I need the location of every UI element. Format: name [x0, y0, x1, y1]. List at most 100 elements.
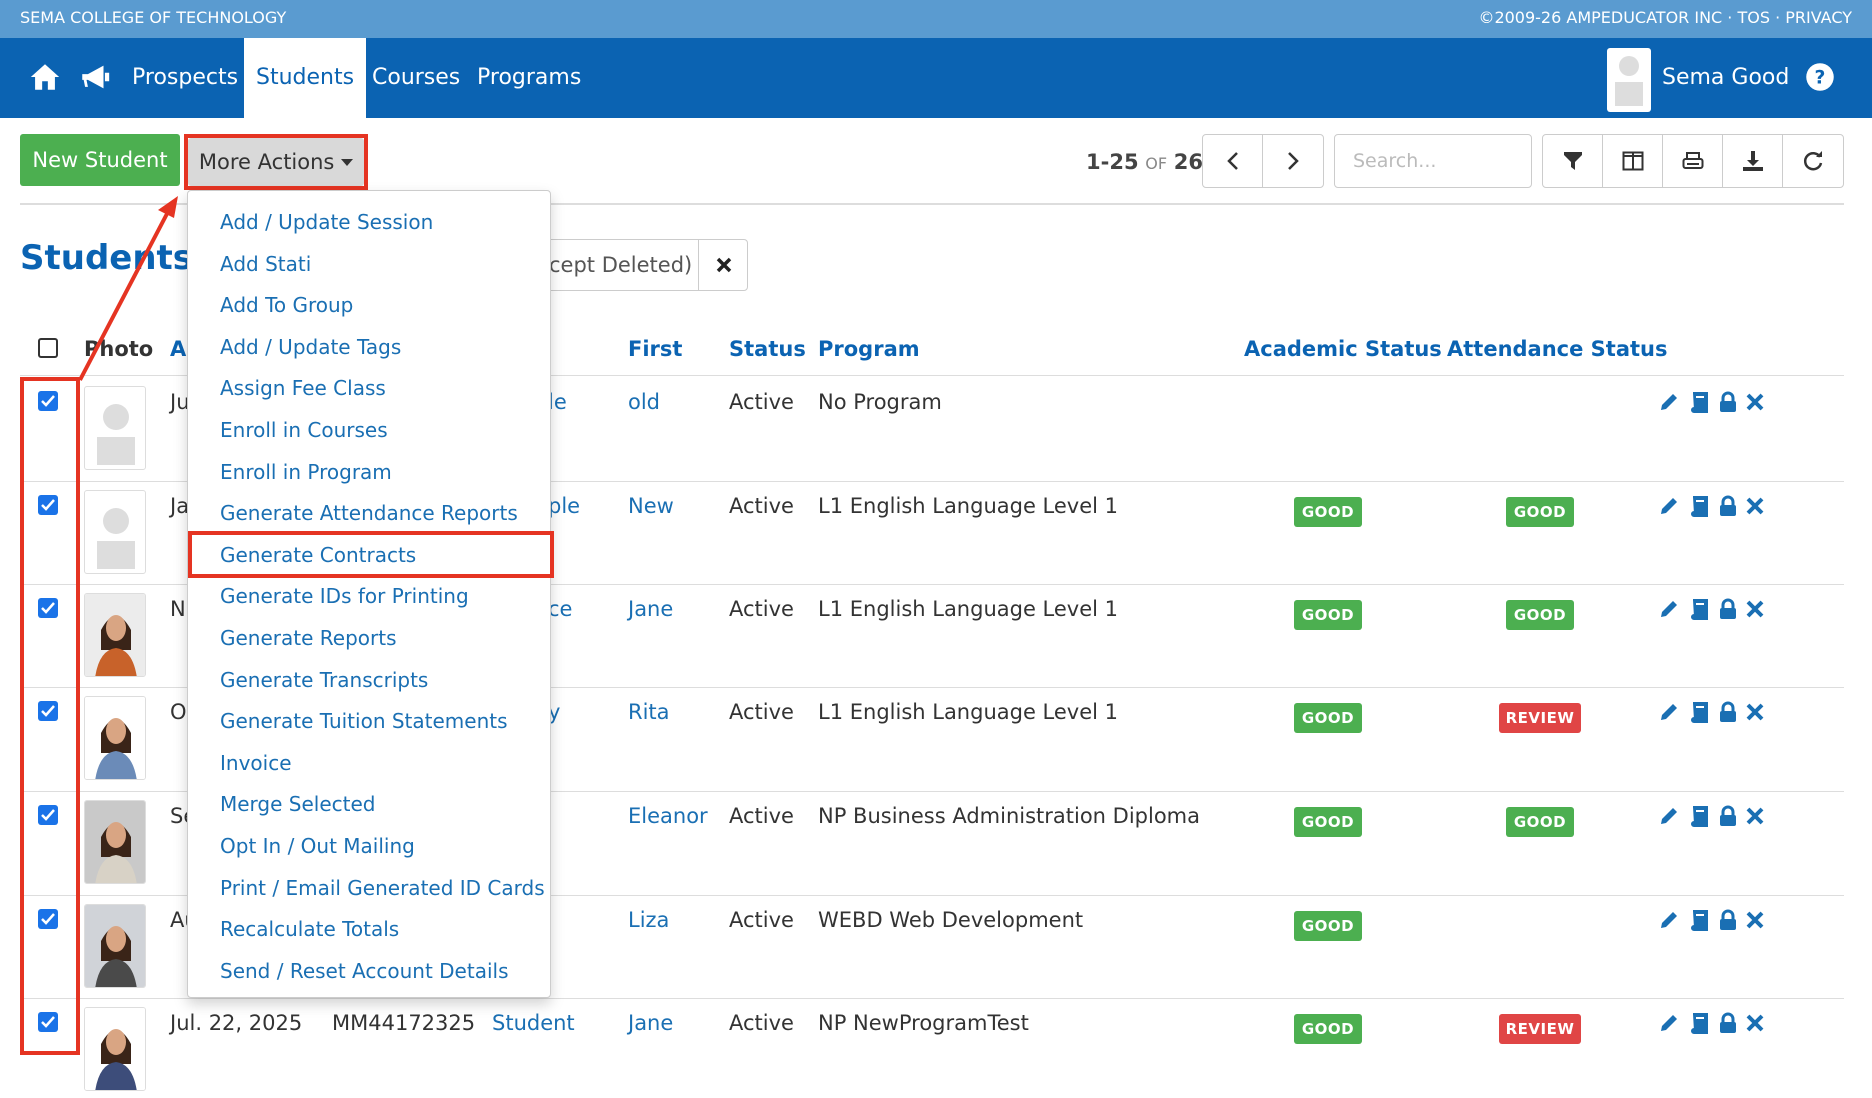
edit-icon[interactable] — [1658, 598, 1680, 620]
cell-last-name[interactable]: Student — [492, 1011, 575, 1035]
edit-icon[interactable] — [1658, 701, 1680, 723]
legal-links[interactable]: ©2009-26 AMPEDUCATOR INC · TOS · PRIVACY — [1478, 8, 1852, 27]
menu-item-add-update-tags[interactable]: Add / Update Tags — [220, 335, 401, 359]
student-photo[interactable] — [84, 490, 146, 574]
row-checkbox[interactable] — [38, 598, 58, 618]
cell-last-name[interactable]: ple — [548, 494, 580, 518]
lock-icon[interactable] — [1718, 391, 1738, 413]
row-checkbox[interactable] — [38, 805, 58, 825]
lock-icon[interactable] — [1718, 909, 1738, 931]
edit-icon[interactable] — [1658, 495, 1680, 517]
menu-item-opt-in-out-mailing[interactable]: Opt In / Out Mailing — [220, 834, 415, 858]
edit-icon[interactable] — [1658, 805, 1680, 827]
refresh-button[interactable] — [1783, 135, 1843, 187]
menu-item-print-email-generated-id-cards[interactable]: Print / Email Generated ID Cards — [220, 876, 545, 900]
cell-first-name[interactable]: old — [628, 390, 660, 414]
delete-icon[interactable] — [1746, 807, 1764, 825]
columns-button[interactable] — [1603, 135, 1663, 187]
menu-item-generate-reports[interactable]: Generate Reports — [220, 626, 396, 650]
row-checkbox[interactable] — [38, 1012, 58, 1032]
nav-students[interactable]: Students — [244, 38, 367, 118]
delete-icon[interactable] — [1746, 911, 1764, 929]
cell-student-id: MM44172325 — [332, 1011, 476, 1035]
menu-item-generate-transcripts[interactable]: Generate Transcripts — [220, 668, 428, 692]
delete-icon[interactable] — [1746, 600, 1764, 618]
menu-item-enroll-in-courses[interactable]: Enroll in Courses — [220, 418, 388, 442]
help-icon[interactable]: ? — [1805, 62, 1835, 92]
menu-item-assign-fee-class[interactable]: Assign Fee Class — [220, 376, 386, 400]
student-photo[interactable] — [84, 1007, 146, 1091]
megaphone-icon[interactable] — [78, 60, 112, 94]
search-input[interactable] — [1334, 134, 1532, 188]
delete-icon[interactable] — [1746, 393, 1764, 411]
student-photo[interactable] — [84, 904, 146, 988]
lock-icon[interactable] — [1718, 495, 1738, 517]
cell-first-name[interactable]: Jane — [628, 597, 673, 621]
book-icon[interactable] — [1688, 909, 1710, 931]
menu-item-generate-ids-for-printing[interactable]: Generate IDs for Printing — [220, 584, 469, 608]
student-photo[interactable] — [84, 593, 146, 677]
next-page-button[interactable] — [1263, 135, 1323, 187]
clear-filter-button[interactable] — [698, 240, 748, 290]
menu-item-add-to-group[interactable]: Add To Group — [220, 293, 353, 317]
academic-status-badge: GOOD — [1294, 807, 1362, 837]
col-status[interactable]: Status — [729, 337, 806, 361]
print-button[interactable] — [1663, 135, 1723, 187]
menu-item-recalculate-totals[interactable]: Recalculate Totals — [220, 917, 399, 941]
delete-icon[interactable] — [1746, 703, 1764, 721]
menu-item-generate-attendance-reports[interactable]: Generate Attendance Reports — [220, 501, 518, 525]
book-icon[interactable] — [1688, 598, 1710, 620]
edit-icon[interactable] — [1658, 391, 1680, 413]
nav-courses[interactable]: Courses — [360, 38, 472, 118]
menu-item-invoice[interactable]: Invoice — [220, 751, 292, 775]
menu-item-add-update-session[interactable]: Add / Update Session — [220, 210, 433, 234]
cell-last-name[interactable]: ce — [548, 597, 572, 621]
menu-item-add-stati[interactable]: Add Stati — [220, 252, 311, 276]
lock-icon[interactable] — [1718, 805, 1738, 827]
student-photo[interactable] — [84, 386, 146, 470]
new-student-button[interactable]: New Student — [20, 134, 180, 186]
row-checkbox[interactable] — [38, 701, 58, 721]
prev-page-button[interactable] — [1203, 135, 1263, 187]
delete-icon[interactable] — [1746, 497, 1764, 515]
row-checkbox[interactable] — [38, 391, 58, 411]
col-program[interactable]: Program — [818, 337, 920, 361]
menu-item-generate-contracts[interactable]: Generate Contracts — [220, 543, 416, 567]
book-icon[interactable] — [1688, 701, 1710, 723]
book-icon[interactable] — [1688, 1012, 1710, 1034]
menu-item-merge-selected[interactable]: Merge Selected — [220, 792, 376, 816]
cell-first-name[interactable]: Jane — [628, 1011, 673, 1035]
user-avatar[interactable] — [1607, 48, 1651, 112]
cell-first-name[interactable]: Eleanor — [628, 804, 708, 828]
delete-icon[interactable] — [1746, 1014, 1764, 1032]
user-name[interactable]: Sema Good — [1662, 38, 1789, 118]
cell-first-name[interactable]: Rita — [628, 700, 670, 724]
row-checkbox[interactable] — [38, 909, 58, 929]
cell-first-name[interactable]: Liza — [628, 908, 669, 932]
download-button[interactable] — [1723, 135, 1783, 187]
lock-icon[interactable] — [1718, 1012, 1738, 1034]
select-all-checkbox[interactable] — [38, 338, 58, 358]
nav-prospects[interactable]: Prospects — [120, 38, 250, 118]
filter-button[interactable] — [1543, 135, 1603, 187]
menu-item-send-reset-account-details[interactable]: Send / Reset Account Details — [220, 959, 509, 983]
home-icon[interactable] — [28, 60, 62, 94]
edit-icon[interactable] — [1658, 909, 1680, 931]
nav-programs[interactable]: Programs — [465, 38, 593, 118]
row-checkbox[interactable] — [38, 495, 58, 515]
lock-icon[interactable] — [1718, 701, 1738, 723]
col-attendance-status[interactable]: Attendance Status — [1447, 337, 1668, 361]
menu-item-enroll-in-program[interactable]: Enroll in Program — [220, 460, 392, 484]
student-photo[interactable] — [84, 696, 146, 780]
cell-first-name[interactable]: New — [628, 494, 674, 518]
student-photo[interactable] — [84, 800, 146, 884]
book-icon[interactable] — [1688, 391, 1710, 413]
edit-icon[interactable] — [1658, 1012, 1680, 1034]
col-academic-status[interactable]: Academic Status — [1244, 337, 1442, 361]
col-first[interactable]: First — [628, 337, 682, 361]
lock-icon[interactable] — [1718, 598, 1738, 620]
menu-item-generate-tuition-statements[interactable]: Generate Tuition Statements — [220, 709, 508, 733]
book-icon[interactable] — [1688, 805, 1710, 827]
book-icon[interactable] — [1688, 495, 1710, 517]
more-actions-button[interactable]: More Actions — [188, 138, 364, 186]
